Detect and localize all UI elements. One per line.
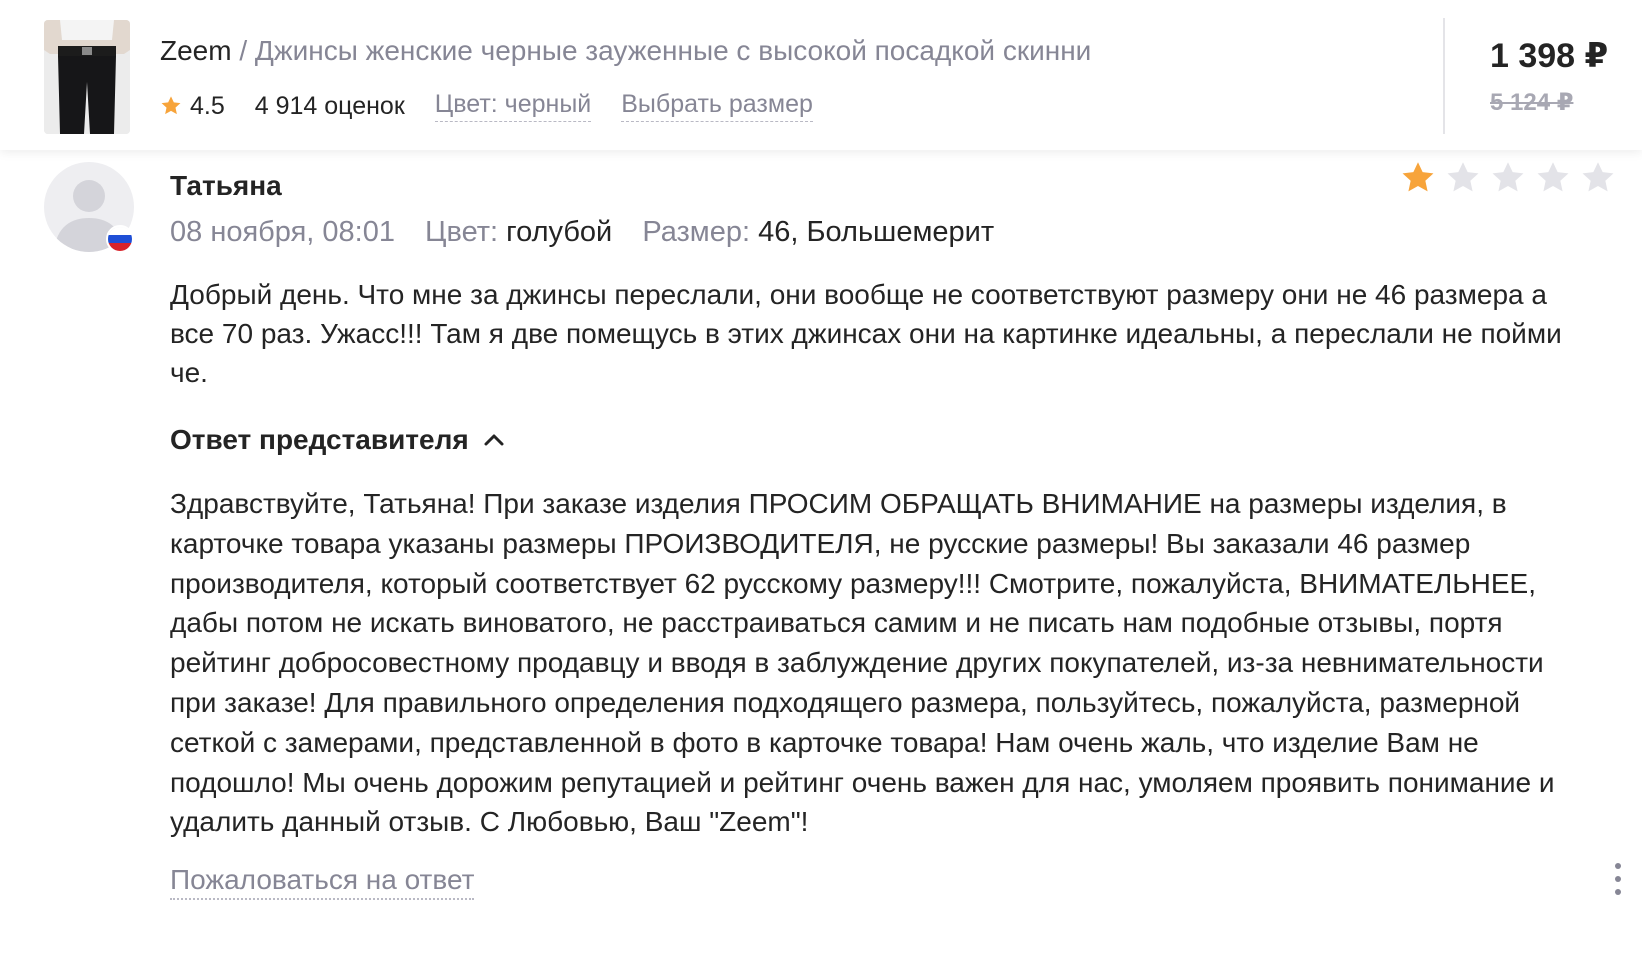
star-icon [1492,162,1524,192]
star-icon [1537,162,1569,192]
old-price: 5 124 ₽ [1490,89,1574,116]
seller-reply-text: Здравствуйте, Татьяна! При заказе издели… [170,488,1555,838]
seller-reply-toggle[interactable]: Ответ представителя [170,424,505,456]
current-price: 1 398 ₽ [1490,37,1609,75]
review-text: Добрый день. Что мне за джинсы переслали… [170,279,1562,388]
review-rating-stars [1400,160,1616,196]
product-brand[interactable]: Zeem [160,35,232,66]
star-icon [1402,162,1434,192]
star-icon [161,96,181,115]
product-thumbnail[interactable] [44,20,130,134]
star-icon [1447,162,1479,192]
header-divider [1443,18,1445,134]
review-author: Татьяна [170,170,282,201]
color-selector[interactable]: Цвет: черный [434,90,592,122]
star-icon [1582,162,1614,192]
review-color-label: Цвет: [425,216,499,248]
product-title[interactable]: Zeem / Джинсы женские черные зауженные с… [160,34,1091,68]
report-reply-link[interactable]: Пожаловаться на ответ [170,864,475,900]
review-size-value: 46, Большемерит [758,216,995,248]
russia-flag-icon [106,225,134,253]
more-vertical-icon[interactable] [1612,862,1624,896]
product-meta: 4.5 4 914 оценок Цвет: черный Выбрать ра… [160,88,843,124]
reviews-count[interactable]: 4 914 оценок [255,92,405,121]
chevron-up-icon [484,434,504,446]
review-date: 08 ноября, 08:01 [170,216,395,248]
review-meta: 08 ноября, 08:01 Цвет: голубой Размер: 4… [170,216,1016,249]
review-color-value: голубой [506,216,613,248]
review-size-label: Размер: [642,216,751,248]
product-header: Zeem / Джинсы женские черные зауженные с… [0,0,1642,150]
product-rating: 4.5 [190,91,225,120]
size-selector[interactable]: Выбрать размер [621,90,813,122]
jeans-photo-icon [44,20,130,134]
title-separator: / [231,35,255,66]
product-name[interactable]: Джинсы женские черные зауженные с высоко… [255,35,1091,66]
seller-reply-label: Ответ представителя [170,424,469,455]
